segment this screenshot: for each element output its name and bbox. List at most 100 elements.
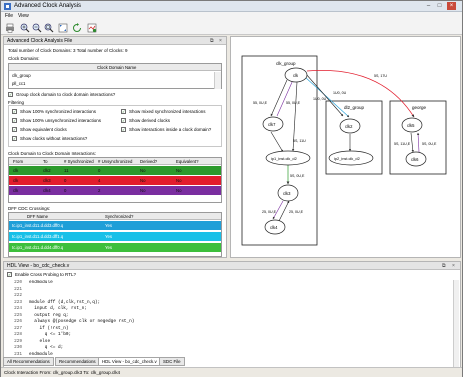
cross-probe-label: Enable Cross Probing to RTL?	[15, 272, 76, 277]
table-cell: clk	[13, 178, 19, 183]
column-header: Derived?	[140, 159, 158, 164]
cc-interaction-row[interactable]: clk clk4 0 2 No No	[9, 186, 221, 195]
scrollbar[interactable]	[214, 72, 221, 89]
table-cell: 0	[98, 168, 101, 173]
group-checkbox[interactable]: ✓	[8, 92, 13, 97]
graph-edge[interactable]	[416, 132, 420, 153]
filter-label: Show mixed synchronized interactions	[129, 109, 206, 114]
graph-edge[interactable]	[270, 131, 284, 153]
filter-checkbox[interactable]: ✓	[12, 136, 17, 141]
code-line: output reg q;	[29, 312, 69, 318]
edge-label: 5S, 17U	[374, 74, 387, 78]
filter-checkbox[interactable]: ✓	[121, 127, 126, 132]
filter-label: Show equivalent clocks	[20, 127, 67, 132]
panel-header: HDL View - bo_cdc_check.v ⧉ ×	[4, 262, 460, 270]
window-title: Advanced Clock Analysis	[14, 3, 82, 9]
settings-icon[interactable]	[87, 23, 97, 33]
group-label: clk_group	[276, 61, 296, 66]
menu-bar: File View	[1, 12, 462, 21]
refresh-icon[interactable]	[72, 23, 82, 33]
graph-edge[interactable]	[276, 79, 294, 117]
line-number: 224	[14, 306, 22, 311]
line-number: 225	[14, 312, 22, 318]
cc-interaction-row[interactable]: clk clk2 11 0 No No	[9, 166, 221, 175]
fit-window-icon[interactable]	[58, 23, 68, 33]
table-cell: No	[176, 188, 182, 193]
dff-crossing-row[interactable]: tc.ip1_inst.d11.d.dd3.dff1.q Yes	[9, 232, 221, 241]
float-icon[interactable]: ⧉	[442, 262, 446, 270]
graph-edge[interactable]	[278, 200, 290, 222]
zoom-fit-icon[interactable]	[44, 23, 54, 33]
print-icon[interactable]	[5, 23, 15, 33]
code-line: q <= d;	[29, 345, 64, 350]
domain-row[interactable]: clk_group	[12, 72, 31, 79]
maximize-icon[interactable]: □	[435, 2, 444, 10]
node-label: ip2_inst.clk_d2	[334, 156, 360, 161]
zoom-out-icon[interactable]	[32, 23, 42, 33]
domain-row[interactable]: pll_cc1	[12, 80, 25, 87]
code-line: module dff (d,clk,rst_n,q);	[29, 299, 101, 305]
filter-checkbox[interactable]: ✓	[12, 109, 17, 114]
clock-graph-view[interactable]: clk_group dl2_group george 55, 0U,E 55, …	[230, 36, 461, 258]
tab-sdc-file[interactable]: SDC File	[159, 357, 185, 366]
line-number: 230	[14, 345, 22, 350]
column-header: To	[43, 159, 48, 164]
table-cell: No	[176, 178, 182, 183]
dff-crossing-row[interactable]: tc.ip1_inst.d11.d.dd3.dff0.q Yes	[9, 221, 221, 230]
table-cell: tc.ip1_inst.d11.d.dd3.dff0.q	[12, 223, 64, 228]
panel-title: Advanced Clock Analysis File	[7, 38, 73, 44]
menu-view[interactable]: View	[18, 13, 29, 19]
column-header: # Unsynchronized	[98, 159, 133, 164]
graph-edge[interactable]	[270, 79, 288, 117]
code-line: else	[29, 338, 51, 344]
hdl-view-panel: HDL View - bo_cdc_check.v ⧉ × ✓ Enable C…	[3, 261, 461, 369]
graph-edge[interactable]	[410, 132, 414, 153]
filter-label: Show interactions inside a clock domain?	[129, 127, 212, 132]
clock-analysis-panel: Advanced Clock Analysis File ⧉ × Total n…	[3, 36, 227, 258]
code-editor[interactable]: 220 endmodule 221 222 223 module dff (d,clk,r…	[5, 280, 451, 367]
column-header: From	[13, 159, 24, 164]
status-text: Clock Interaction From: clk_group.clk3 T…	[4, 370, 121, 375]
filter-checkbox[interactable]: ✓	[121, 109, 126, 114]
filter-checkbox[interactable]: ✓	[121, 118, 126, 123]
graph-edge[interactable]	[304, 76, 350, 118]
float-icon[interactable]: ⧉	[210, 37, 214, 45]
group-checkbox-label: Group clock domain to clock domain inter…	[16, 92, 116, 97]
filter-checkbox[interactable]: ✓	[12, 127, 17, 132]
node-label: clk	[293, 73, 299, 78]
scrollbar[interactable]	[453, 280, 459, 367]
code-line: always @(posedge clk or negedge rst_n)	[29, 319, 135, 324]
tab-all-recommendations[interactable]: All Recommendations	[3, 357, 54, 366]
close-icon[interactable]: ×	[447, 2, 456, 10]
filter-checkbox[interactable]: ✓	[12, 118, 17, 123]
node-label: clk7	[268, 122, 276, 127]
graph-edge[interactable]	[305, 73, 344, 117]
cross-probe-checkbox[interactable]: ✓	[7, 272, 12, 277]
menu-file[interactable]: File	[5, 13, 13, 19]
table-cell: clk3	[43, 178, 51, 183]
panel-close-icon[interactable]: ×	[452, 262, 455, 270]
filter-label: Show derived clocks	[129, 118, 171, 123]
table-cell: Yes	[105, 223, 113, 228]
group-label: dl2_group	[344, 105, 365, 110]
line-number: 223	[14, 299, 22, 305]
column-header: Synchronized?	[105, 214, 134, 219]
dff-crossing-row[interactable]: tc.ip1_inst.d11.d.dd4.dff0.q Yes	[9, 243, 221, 252]
edge-label: 55, 0U,E	[286, 101, 301, 105]
table-cell: No	[140, 168, 146, 173]
cc-interaction-row[interactable]: clk clk3 0 4 No No	[9, 176, 221, 185]
panel-close-icon[interactable]: ×	[219, 37, 222, 45]
table-cell: tc.ip1_inst.d11.d.dd4.dff0.q	[12, 245, 64, 250]
minimize-icon[interactable]: –	[424, 2, 433, 10]
table-header: From To # Synchronized # Unsynchronized …	[9, 158, 221, 165]
table-cell: No	[176, 168, 182, 173]
line-number: 228	[14, 332, 22, 337]
code-line: if (!rst_n)	[29, 325, 69, 331]
application-window: Advanced Clock Analysis – □ × File View …	[0, 0, 463, 377]
zoom-in-icon[interactable]	[20, 23, 30, 33]
edge-label: 5S, 11U,E	[394, 142, 411, 146]
tab-recommendations[interactable]: Recommendations	[55, 357, 100, 366]
table-cell: 0	[64, 178, 67, 183]
tab-hdl-view[interactable]: HDL View - bo_cdc_check.v	[98, 357, 161, 366]
edge-label: 25, 0U,E	[289, 210, 304, 214]
